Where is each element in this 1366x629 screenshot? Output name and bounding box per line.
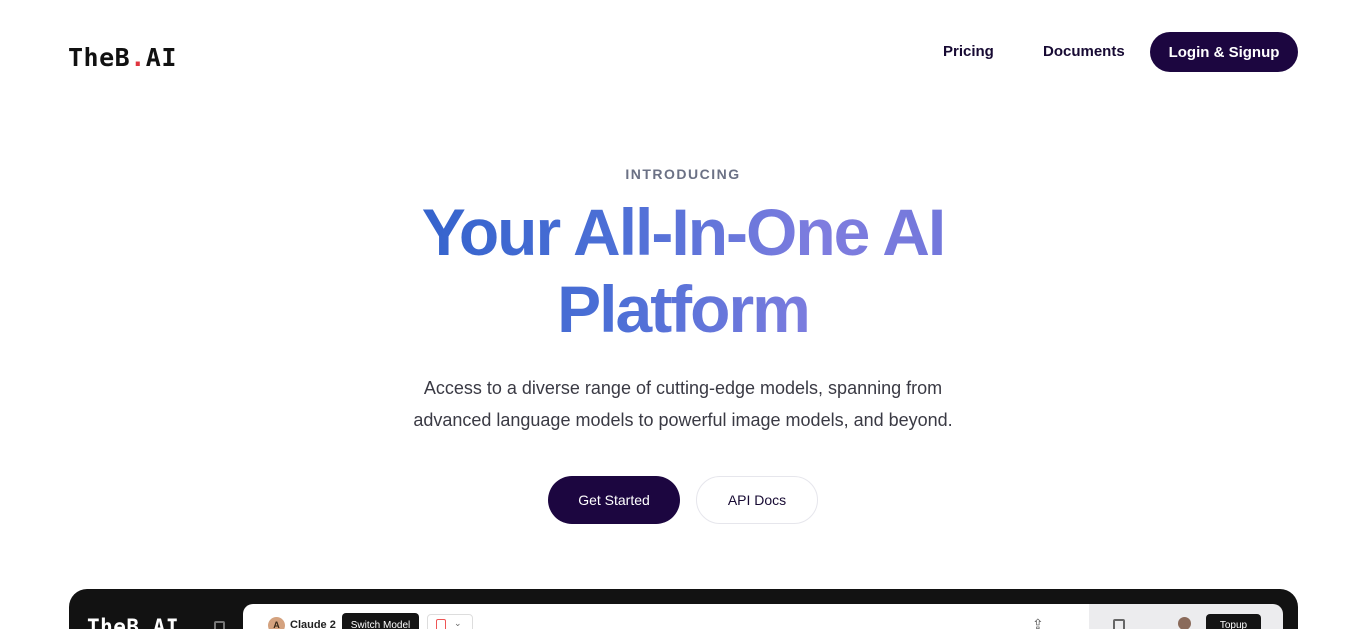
nav-pricing-link[interactable]: Pricing <box>943 43 994 60</box>
sidebar-toggle-icon <box>214 621 225 629</box>
top-nav: TheB. AI Pricing Documents Login & Signup <box>0 0 1366 104</box>
app-preview: TheB.AI A Claude 2 Switch Model ⌄ ⇪ Topu… <box>69 589 1298 629</box>
get-started-button[interactable]: Get Started <box>548 476 680 524</box>
preview-right-panel: Topup <box>1089 604 1283 629</box>
hero-eyebrow: INTRODUCING <box>625 166 741 182</box>
preview-chat-header: A Claude 2 Switch Model ⌄ ⇪ <box>243 604 1089 629</box>
switch-model-button: Switch Model <box>342 613 419 629</box>
model-avatar: A <box>268 617 285 629</box>
share-icon: ⇪ <box>1032 616 1044 629</box>
preview-logo: TheB.AI <box>87 615 180 629</box>
chevron-down-icon: ⌄ <box>454 618 462 628</box>
model-select: ⌄ <box>427 614 473 629</box>
file-icon <box>436 619 446 629</box>
api-docs-button[interactable]: API Docs <box>696 476 818 524</box>
logo-dot: . <box>130 42 146 72</box>
nav-documents-link[interactable]: Documents <box>1043 43 1125 60</box>
panel-icon <box>1113 619 1125 629</box>
logo-text: TheB <box>68 42 131 72</box>
logo[interactable]: TheB. AI <box>68 40 177 74</box>
hero-subtitle: Access to a diverse range of cutting-edg… <box>413 378 953 430</box>
login-signup-button[interactable]: Login & Signup <box>1150 32 1298 72</box>
model-name: Claude 2 <box>290 619 336 629</box>
user-avatar-icon <box>1178 617 1191 629</box>
topup-button: Topup <box>1206 614 1261 629</box>
logo-suffix: AI <box>145 42 177 72</box>
hero-headline: Your All-In-One AI Platform <box>333 194 1033 348</box>
